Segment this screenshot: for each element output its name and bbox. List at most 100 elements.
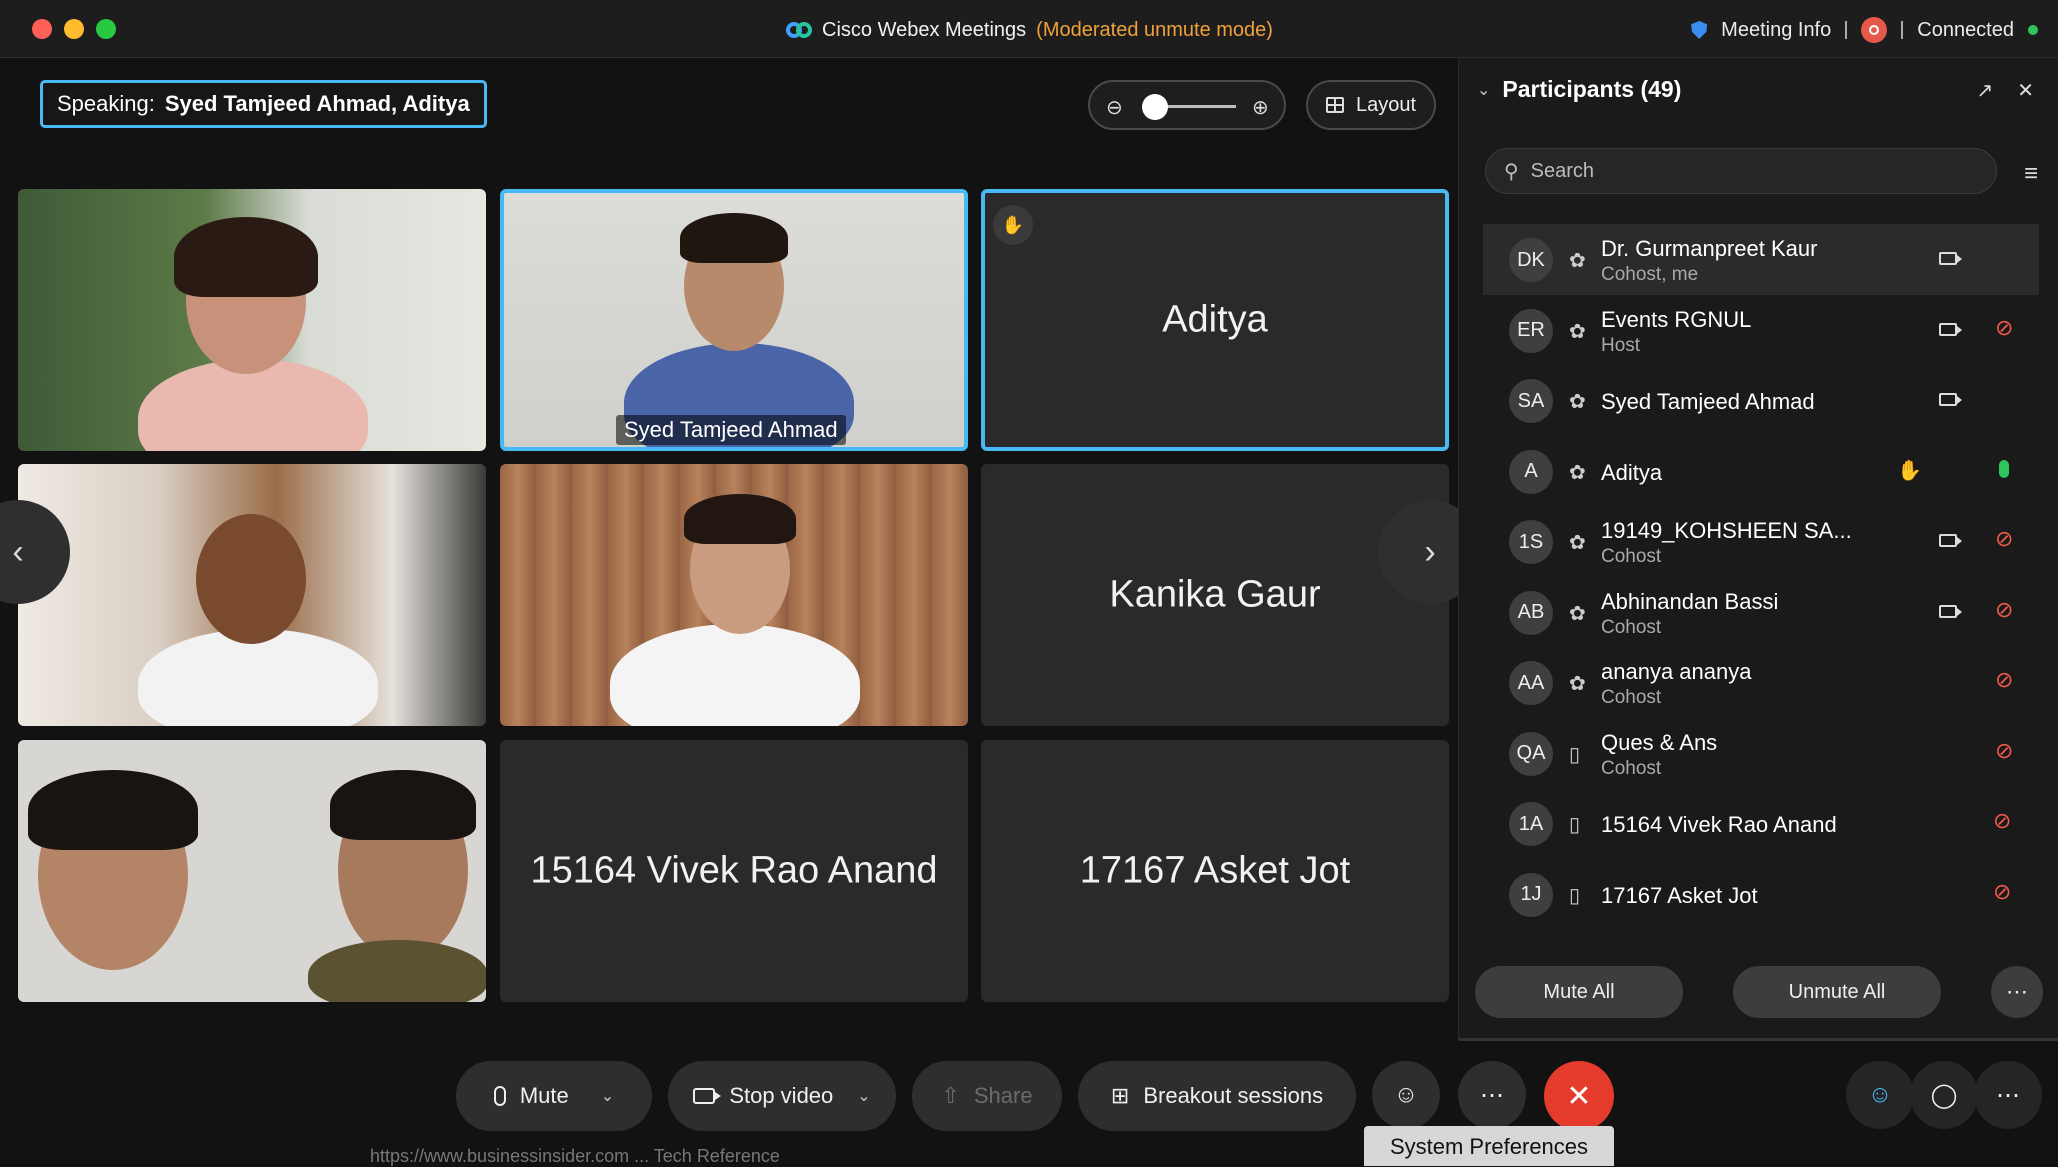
participant-row[interactable]: ER ✿ Events RGNUL Host ⊘: [1483, 295, 2039, 366]
tile-name-label: Syed Tamjeed Ahmad: [616, 415, 846, 445]
leave-meeting-button[interactable]: ✕: [1544, 1061, 1614, 1131]
phone-icon: ▯: [1569, 884, 1581, 907]
close-icon[interactable]: ✕: [2017, 78, 2034, 103]
avatar: AB: [1509, 590, 1553, 635]
system-preferences-tooltip: System Preferences: [1364, 1126, 1614, 1166]
recording-icon[interactable]: [1861, 17, 1888, 43]
chat-button[interactable]: ◯: [1910, 1061, 1978, 1129]
participant-row[interactable]: SA ✿ Syed Tamjeed Ahmad: [1483, 365, 2039, 436]
zoom-out-icon[interactable]: ⊖: [1106, 95, 1123, 120]
divider: [1845, 21, 1848, 39]
share-icon: ⇧: [941, 1083, 960, 1108]
participant-role: Cohost: [1601, 546, 1662, 567]
participant-row[interactable]: AB ✿ Abhinandan Bassi Cohost ⊘: [1483, 577, 2039, 648]
participant-row[interactable]: A ✿ Aditya ✋: [1483, 436, 2039, 507]
maximize-window-button[interactable]: [96, 19, 116, 39]
participant-video: [138, 629, 378, 726]
video-tile[interactable]: [18, 189, 486, 451]
meeting-info-link[interactable]: Meeting Info: [1721, 19, 1831, 42]
connection-status: Connected: [1917, 18, 2014, 41]
video-tile[interactable]: 17167 Asket Jot: [981, 740, 1449, 1002]
mic-active-icon[interactable]: [1999, 459, 2009, 478]
participant-role: Cohost: [1601, 616, 1662, 638]
headset-icon: ✿: [1569, 461, 1586, 484]
layout-button[interactable]: Layout: [1306, 80, 1436, 130]
participant-row[interactable]: 1A ▯ 15164 Vivek Rao Anand ⊘: [1483, 788, 2039, 859]
chat-icon: ◯: [1930, 1081, 1958, 1109]
participant-name: Aditya: [1601, 459, 1663, 485]
more-icon: ⋯: [1480, 1081, 1504, 1109]
mute-all-button[interactable]: Mute All: [1475, 966, 1683, 1018]
chevron-left-icon: ‹: [12, 532, 24, 571]
tile-name: 17167 Asket Jot: [1079, 849, 1351, 892]
zoom-in-icon[interactable]: ⊕: [1252, 95, 1269, 120]
headset-icon: ✿: [1569, 673, 1586, 695]
speaking-label: Speaking:: [57, 91, 155, 116]
participants-panel-button[interactable]: ☺: [1846, 1061, 1914, 1129]
sort-list-icon[interactable]: ≡: [2024, 160, 2038, 188]
video-tile-active-speaker[interactable]: ✋ Aditya: [981, 189, 1449, 451]
raise-hand-icon[interactable]: ✋: [1897, 458, 1922, 483]
background-window-text: https://www.businessinsider.com ... Tech…: [370, 1146, 780, 1166]
mic-muted-icon[interactable]: ⊘: [1995, 667, 2013, 693]
video-tile[interactable]: [18, 464, 486, 726]
participant-search[interactable]: ⚲: [1485, 148, 1997, 194]
mic-muted-icon[interactable]: ⊘: [1995, 597, 2013, 623]
search-input[interactable]: [1530, 159, 1931, 183]
mic-muted-locked-icon[interactable]: ⊘: [1993, 879, 2011, 905]
chevron-down-icon[interactable]: ⌄: [601, 1086, 614, 1106]
zoom-slider-handle[interactable]: [1142, 94, 1168, 120]
stop-video-label: Stop video: [729, 1083, 834, 1108]
share-button[interactable]: ⇧ Share: [912, 1061, 1062, 1131]
video-tile[interactable]: [500, 464, 968, 726]
participant-name: Ques & Ans: [1601, 729, 1718, 755]
video-tile[interactable]: Kanika Gaur: [981, 464, 1449, 726]
unmute-all-button[interactable]: Unmute All: [1733, 966, 1941, 1018]
breakout-sessions-button[interactable]: ⊞ Breakout sessions: [1078, 1061, 1356, 1131]
panel-options-button[interactable]: ⋯: [1974, 1061, 2042, 1129]
chevron-down-icon[interactable]: ⌄: [1477, 80, 1490, 100]
video-camera-icon: [1939, 252, 1962, 265]
participant-role: Cohost: [1601, 687, 1662, 708]
video-tile[interactable]: 15164 Vivek Rao Anand: [500, 740, 968, 1002]
raise-hand-icon: ✋: [993, 205, 1033, 245]
avatar: 1A: [1509, 802, 1553, 846]
camera-icon: [693, 1088, 722, 1104]
mic-muted-locked-icon[interactable]: ⊘: [1993, 808, 2011, 834]
stop-video-button[interactable]: Stop video ⌄: [668, 1061, 896, 1131]
participant-row[interactable]: 1J ▯ 17167 Asket Jot ⊘: [1483, 859, 2039, 930]
share-label: Share: [973, 1083, 1033, 1108]
minimize-window-button[interactable]: [64, 19, 84, 39]
participant-role: Host: [1601, 334, 1641, 356]
tile-name: 15164 Vivek Rao Anand: [530, 849, 938, 892]
participant-row[interactable]: AA ✿ ananya ananya Cohost ⊘: [1483, 647, 2039, 718]
layout-label: Layout: [1355, 93, 1417, 116]
participant-row[interactable]: DK ✿ Dr. Gurmanpreet Kaur Cohost, me: [1483, 224, 2039, 295]
avatar: 1J: [1509, 872, 1553, 917]
participant-row[interactable]: QA ▯ Ques & Ans Cohost ⊘: [1483, 718, 2039, 789]
mute-button[interactable]: Mute ⌄: [456, 1061, 652, 1131]
participant-row[interactable]: 1S ✿ 19149_KOHSHEEN SA... Cohost ⊘: [1483, 506, 2039, 577]
mic-muted-icon[interactable]: ⊘: [1995, 526, 2013, 552]
headset-icon: ✿: [1569, 602, 1586, 625]
divider: [1459, 1038, 2058, 1041]
chevron-right-icon: ›: [1424, 532, 1436, 571]
video-tile-active-speaker[interactable]: Syed Tamjeed Ahmad: [500, 189, 968, 451]
zoom-slider-track[interactable]: [1156, 105, 1236, 108]
panel-more-button[interactable]: ⋯: [1991, 966, 2043, 1018]
tile-name: Kanika Gaur: [1109, 573, 1321, 616]
pop-out-icon[interactable]: ↗: [1976, 78, 1993, 103]
participant-video: [680, 213, 788, 263]
participants-header[interactable]: ⌄ Participants (49): [1477, 76, 1681, 103]
video-camera-icon: [1939, 393, 1962, 406]
chevron-down-icon[interactable]: ⌄: [857, 1086, 870, 1106]
more-options-button[interactable]: ⋯: [1458, 1061, 1526, 1129]
avatar: SA: [1509, 379, 1553, 423]
mic-muted-icon[interactable]: ⊘: [1995, 315, 2013, 341]
title-bar-status: Meeting Info Connected: [1691, 14, 2038, 46]
video-zoom-control: ⊖ ⊕: [1088, 80, 1286, 130]
close-window-button[interactable]: [32, 19, 52, 39]
reactions-button[interactable]: ☺: [1372, 1061, 1440, 1129]
mic-muted-icon[interactable]: ⊘: [1995, 738, 2013, 764]
video-tile[interactable]: [18, 740, 486, 1002]
